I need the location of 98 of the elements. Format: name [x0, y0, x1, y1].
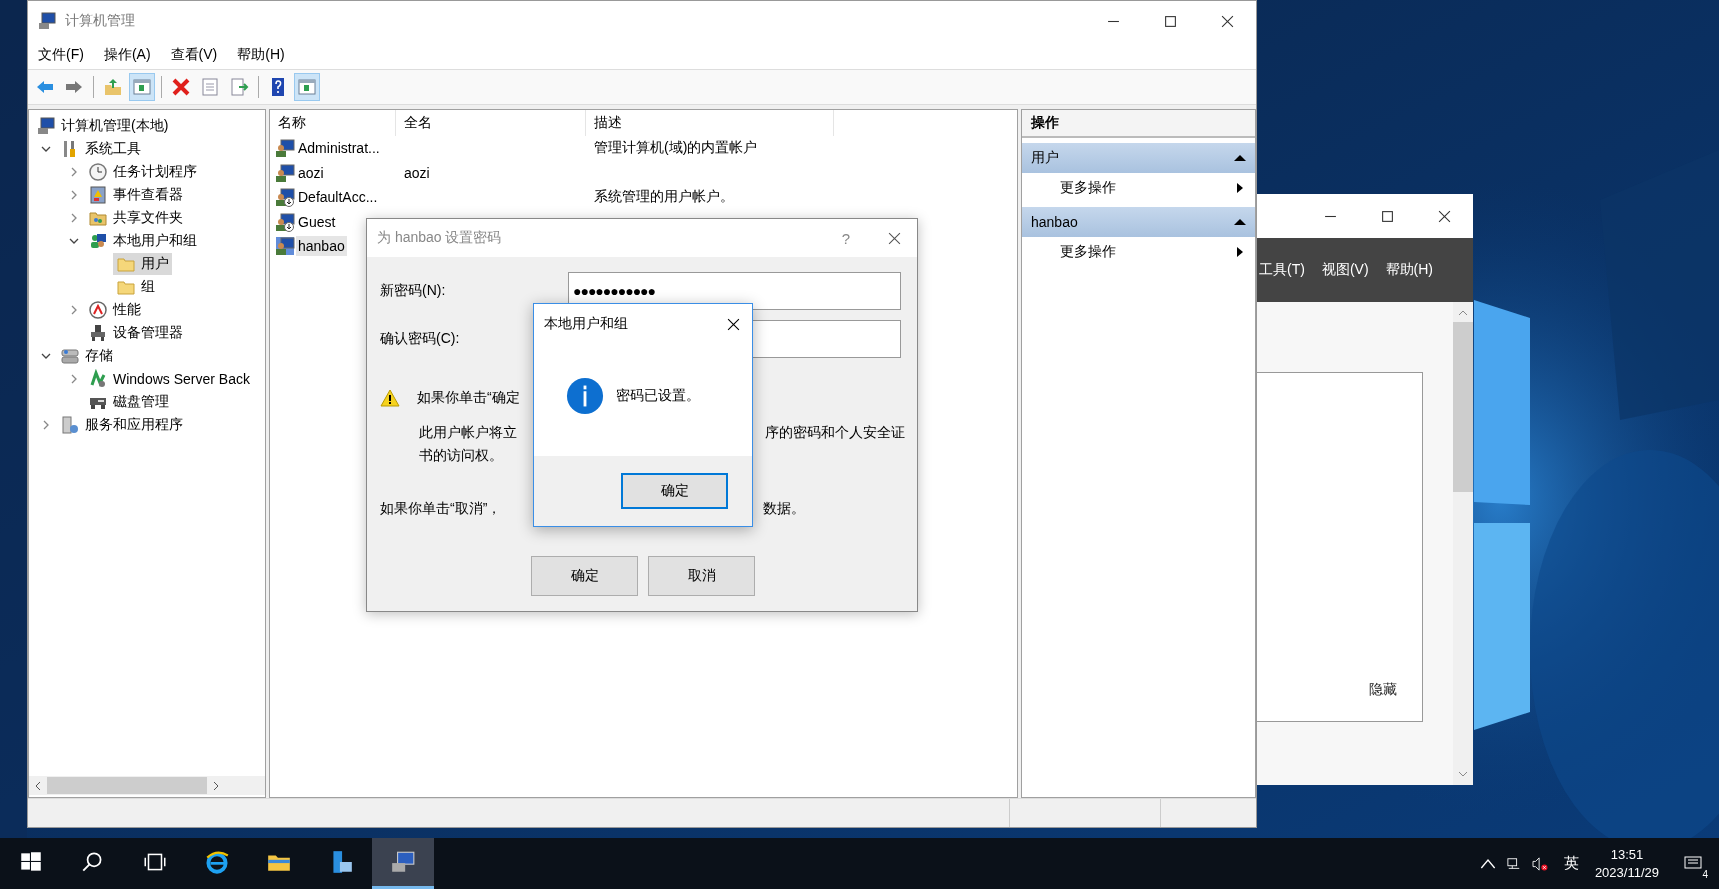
tree-item[interactable]: 组 — [113, 275, 158, 298]
help-button[interactable]: ? — [841, 229, 850, 247]
scroll-down-icon[interactable] — [1458, 771, 1468, 777]
window-title: 计算机管理 — [65, 12, 135, 30]
log-icon — [88, 184, 108, 205]
note-text: 数据。 — [763, 500, 805, 518]
scroll-thumb[interactable] — [47, 777, 207, 794]
close-button[interactable] — [888, 231, 901, 245]
menu-item[interactable]: 帮助(H) — [1385, 261, 1433, 279]
time-text: 13:51 — [1610, 845, 1644, 864]
warning-text: 如果你单击“确定 — [417, 389, 520, 407]
message-icon — [1684, 855, 1702, 872]
collapse-triangle-icon[interactable] — [1234, 218, 1246, 226]
folder-up-icon — [103, 77, 123, 97]
table-cell: 管理计算机(域)的内置帐户 — [594, 139, 758, 156]
cross-icon — [171, 77, 191, 97]
ok-button[interactable]: 确定 — [531, 556, 638, 596]
tree-item[interactable]: 事件查看器 — [85, 183, 186, 206]
dialog-title: 为 hanbao 设置密码 — [377, 229, 502, 247]
device-icon — [88, 322, 108, 343]
sheet-icon — [200, 77, 220, 97]
field-label: 新密码(N): — [380, 282, 447, 300]
menu-item[interactable]: 文件(F) — [38, 46, 84, 64]
section-header[interactable]: 用户 — [1022, 143, 1255, 173]
scroll-thumb[interactable] — [1453, 322, 1473, 492]
cancel-button[interactable]: 取消 — [648, 556, 755, 596]
tree-item[interactable]: 共享文件夹 — [85, 206, 186, 229]
menu-item[interactable]: 工具(T) — [1259, 261, 1305, 279]
body-text: 序的密码和个人安全证 — [765, 423, 905, 442]
action-link[interactable]: 更多操作 — [1060, 178, 1116, 197]
toolbar-button[interactable] — [294, 73, 320, 101]
user-name[interactable]: aozi — [296, 162, 326, 183]
computer-icon — [390, 849, 416, 875]
tree-item[interactable]: 本地用户和组 — [85, 229, 200, 252]
browser-icon — [204, 849, 230, 875]
tree-item[interactable]: 服务和应用程序 — [57, 413, 186, 436]
menu-item[interactable]: 帮助(H) — [237, 46, 285, 64]
scrollbar[interactable] — [29, 776, 265, 795]
backup-icon — [88, 368, 108, 389]
scrollbar[interactable] — [1453, 302, 1473, 785]
pane-header: 操作 — [1022, 110, 1255, 138]
body-text: 此用户帐户将立 — [419, 423, 517, 442]
computer-icon — [36, 115, 56, 136]
tree-item[interactable]: 设备管理器 — [85, 321, 186, 344]
section-title: hanbao — [1031, 214, 1078, 230]
menu-item[interactable]: 查看(V) — [170, 46, 218, 64]
tree-item[interactable]: 磁盘管理 — [85, 390, 172, 413]
menu-item[interactable]: 视图(V) — [1321, 261, 1369, 279]
warning-icon — [380, 389, 400, 407]
section-title: 用户 — [1031, 149, 1059, 167]
gauge-icon — [88, 299, 108, 320]
section-header[interactable]: hanbao — [1022, 207, 1255, 237]
date-text: 2023/11/29 — [1594, 863, 1659, 882]
collapse-triangle-icon[interactable] — [1234, 154, 1246, 162]
menu-item[interactable]: 操作(A) — [103, 46, 151, 64]
computer-icon — [37, 11, 57, 31]
tree-item[interactable]: 任务计划程序 — [85, 160, 200, 183]
clock[interactable]: 13:51 2023/11/29 — [1588, 845, 1665, 882]
note-text: 如果你单击“取消”， — [380, 500, 502, 518]
body-text: 书的访问权。 — [419, 446, 503, 465]
tree-item[interactable]: 用户 — [113, 252, 172, 275]
tree-item[interactable]: 计算机管理(本地) — [33, 114, 172, 137]
clock-icon — [88, 161, 108, 182]
toolbar-button[interactable] — [129, 73, 155, 101]
table-cell: 系统管理的用户帐户。 — [594, 188, 734, 205]
close-icon — [727, 317, 740, 331]
pane-icon — [132, 77, 152, 97]
input-method-indicator[interactable]: 英 — [1563, 854, 1579, 873]
volume-muted-icon[interactable] — [1531, 856, 1548, 871]
tree-item[interactable]: 系统工具 — [57, 137, 144, 160]
notification-count: 4 — [1701, 868, 1709, 880]
services-icon — [60, 414, 80, 435]
user-name[interactable]: Administrat... — [296, 138, 382, 159]
tree-item[interactable]: 性能 — [85, 298, 144, 321]
tree-item[interactable]: Windows Server Back — [85, 367, 253, 390]
user-name[interactable]: hanbao — [296, 236, 347, 257]
submenu-arrow-icon — [1237, 182, 1243, 193]
message-text: 密码已设置。 — [616, 387, 700, 405]
column-header[interactable]: 全名 — [396, 110, 586, 136]
info-icon — [566, 377, 604, 415]
password-field[interactable]: ●●●●●●●●●●● — [568, 272, 901, 310]
action-link[interactable]: 更多操作 — [1060, 242, 1116, 261]
table-cell: aozi — [404, 164, 430, 181]
hide-link[interactable]: 隐藏 — [1369, 681, 1397, 699]
column-header[interactable]: 描述 — [586, 110, 834, 136]
ok-button[interactable]: 确定 — [621, 473, 728, 509]
tree-item[interactable]: 存储 — [57, 344, 116, 367]
notification-button[interactable]: 4 — [1675, 843, 1711, 884]
scroll-up-icon[interactable] — [1458, 310, 1468, 316]
dialog-title: 本地用户和组 — [544, 315, 628, 333]
field-label: 确认密码(C): — [380, 330, 461, 348]
pane-icon — [297, 77, 317, 97]
close-icon — [888, 231, 901, 245]
network-icon[interactable] — [1505, 856, 1522, 871]
close-button[interactable] — [727, 317, 740, 331]
column-header[interactable]: 名称 — [270, 110, 396, 136]
export-icon — [229, 77, 249, 97]
submenu-arrow-icon — [1237, 246, 1243, 257]
